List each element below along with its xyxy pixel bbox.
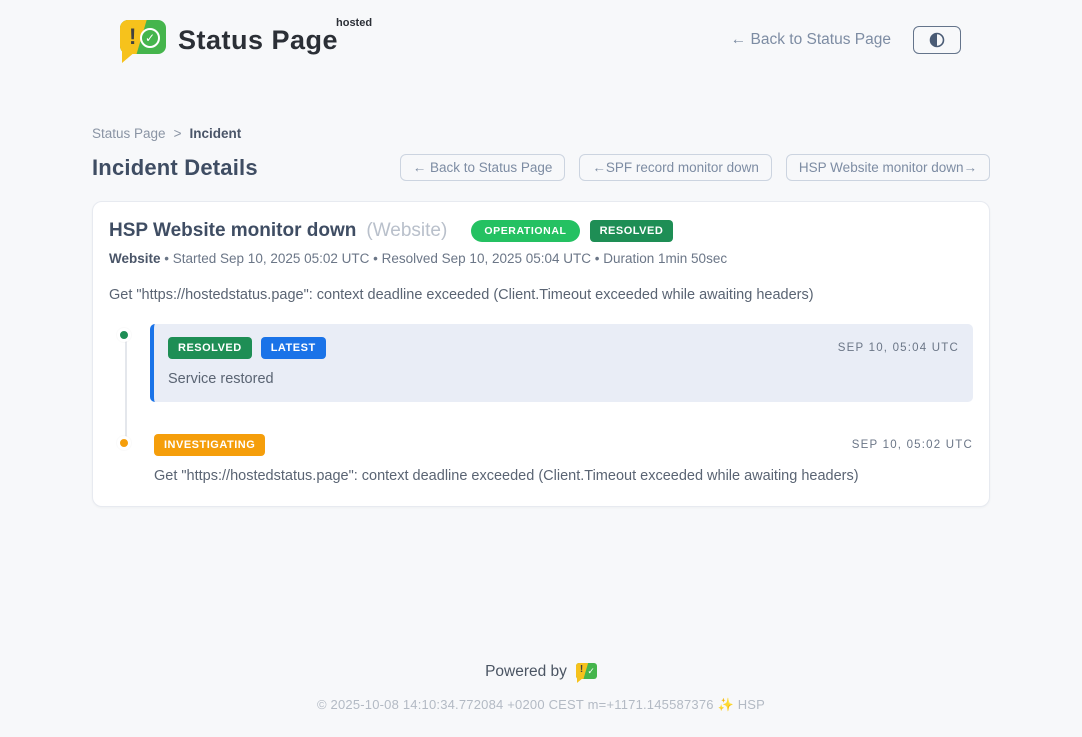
incident-title: HSP Website monitor down bbox=[109, 220, 356, 242]
powered-by-link[interactable]: Powered by ! ✓ bbox=[0, 662, 1082, 682]
next-incident-button[interactable]: HSP Website monitor down→ bbox=[786, 154, 990, 181]
incident-scope: (Website) bbox=[366, 220, 447, 242]
incident-nav-buttons: ← Back to Status Page ←SPF record monito… bbox=[400, 154, 990, 181]
brand-superscript: hosted bbox=[336, 17, 372, 29]
incident-description: Get "https://hostedstatus.page": context… bbox=[109, 287, 973, 303]
brand-text: Status Page hosted bbox=[178, 25, 372, 56]
resolved-badge: RESOLVED bbox=[168, 337, 252, 359]
breadcrumb-status-page[interactable]: Status Page bbox=[92, 126, 166, 141]
entry-head: RESOLVED LATEST SEP 10, 05:04 UTC bbox=[168, 337, 959, 359]
entry-timestamp: SEP 10, 05:02 UTC bbox=[852, 439, 973, 451]
header-right: ← Back to Status Page bbox=[731, 26, 961, 54]
entry-timestamp: SEP 10, 05:04 UTC bbox=[838, 342, 959, 354]
timeline-entry-body: INVESTIGATING SEP 10, 05:02 UTC Get "htt… bbox=[150, 434, 973, 484]
exclamation-icon: ! bbox=[129, 26, 136, 48]
green-dot-icon bbox=[117, 328, 131, 342]
meta-duration: • Duration 1min 50sec bbox=[595, 251, 727, 266]
incident-card: HSP Website monitor down (Website) OPERA… bbox=[92, 201, 990, 507]
logo-bubble: ! ✓ bbox=[120, 20, 166, 54]
site-footer: Powered by ! ✓ © 2025-10-08 14:10:34.772… bbox=[0, 662, 1082, 737]
copyright-text: © 2025-10-08 14:10:34.772084 +0200 CEST … bbox=[0, 697, 1082, 713]
main-content: Status Page > Incident Incident Details … bbox=[92, 64, 990, 507]
incident-meta: Website • Started Sep 10, 2025 05:02 UTC… bbox=[109, 251, 973, 266]
brand-logo[interactable]: ! ✓ Status Page hosted bbox=[120, 18, 372, 62]
timeline-gutter bbox=[109, 434, 150, 484]
timeline-gutter bbox=[109, 326, 150, 402]
breadcrumb-incident: Incident bbox=[189, 126, 241, 141]
check-icon: ✓ bbox=[140, 28, 160, 48]
entry-message: Get "https://hostedstatus.page": context… bbox=[154, 468, 973, 484]
powered-by-label: Powered by bbox=[485, 663, 567, 681]
entry-message: Service restored bbox=[168, 371, 959, 387]
meta-started: • Started Sep 10, 2025 05:02 UTC bbox=[164, 251, 369, 266]
site-header: ! ✓ Status Page hosted ← Back to Status … bbox=[0, 0, 1082, 64]
operational-status-pill: OPERATIONAL bbox=[471, 220, 579, 242]
breadcrumb: Status Page > Incident bbox=[92, 126, 990, 141]
brand-name: Status Page bbox=[178, 25, 338, 55]
theme-toggle-button[interactable] bbox=[913, 26, 961, 54]
page-title: Incident Details bbox=[92, 155, 258, 181]
header-back-link[interactable]: ← Back to Status Page bbox=[731, 31, 891, 49]
investigating-badge: INVESTIGATING bbox=[154, 434, 265, 456]
incident-timeline: RESOLVED LATEST SEP 10, 05:04 UTC Servic… bbox=[109, 326, 973, 484]
incident-card-header: HSP Website monitor down (Website) OPERA… bbox=[109, 220, 973, 242]
title-row: Incident Details ← Back to Status Page ←… bbox=[92, 154, 990, 181]
resolved-state-badge: RESOLVED bbox=[590, 220, 674, 242]
latest-badge: LATEST bbox=[261, 337, 326, 359]
mini-logo-bubble: ! ✓ bbox=[576, 663, 597, 679]
prev-incident-button[interactable]: ←SPF record monitor down bbox=[579, 154, 772, 181]
entry-badges: RESOLVED LATEST bbox=[168, 337, 326, 359]
mini-logo-tail bbox=[577, 678, 583, 683]
mini-exclamation-icon: ! bbox=[580, 665, 583, 675]
mini-check-icon: ✓ bbox=[587, 666, 595, 677]
status-page-logo-icon: ! ✓ bbox=[120, 18, 166, 62]
entry-badges: INVESTIGATING bbox=[154, 434, 265, 456]
timeline-entry-resolved: RESOLVED LATEST SEP 10, 05:04 UTC Servic… bbox=[109, 326, 973, 402]
half-circle-contrast-icon bbox=[929, 32, 945, 48]
breadcrumb-separator: > bbox=[174, 126, 182, 141]
meta-resolved: • Resolved Sep 10, 2025 05:04 UTC bbox=[373, 251, 591, 266]
timeline-entry-investigating: INVESTIGATING SEP 10, 05:02 UTC Get "htt… bbox=[109, 434, 973, 484]
logo-bubble-tail bbox=[122, 51, 136, 63]
entry-head: INVESTIGATING SEP 10, 05:02 UTC bbox=[154, 434, 973, 456]
orange-dot-icon bbox=[117, 436, 131, 450]
timeline-entry-body: RESOLVED LATEST SEP 10, 05:04 UTC Servic… bbox=[150, 324, 973, 402]
back-to-status-page-button[interactable]: ← Back to Status Page bbox=[400, 154, 566, 181]
meta-service: Website bbox=[109, 251, 161, 266]
status-page-mini-logo-icon: ! ✓ bbox=[576, 662, 597, 682]
